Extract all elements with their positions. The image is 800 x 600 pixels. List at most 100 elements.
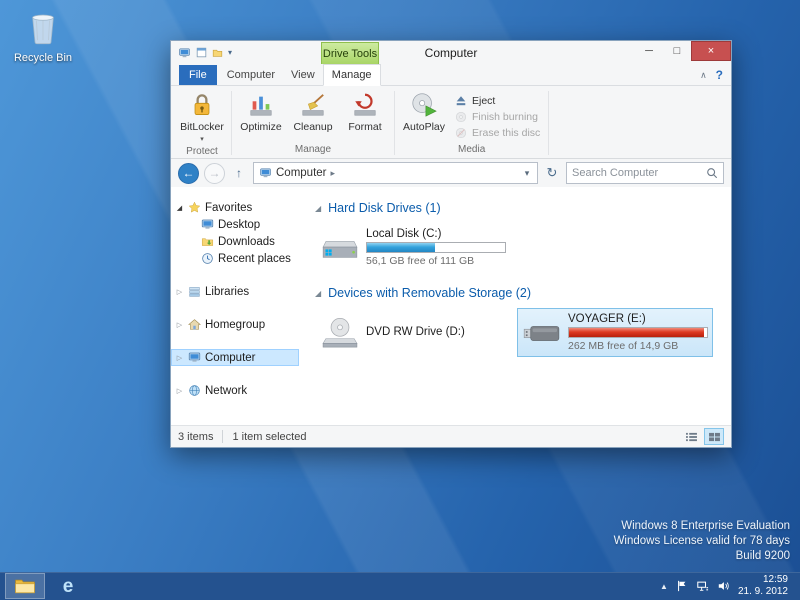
capacity-bar bbox=[366, 242, 506, 253]
sidebar-item-computer[interactable]: ▷ Computer bbox=[171, 349, 299, 366]
desktop-icon bbox=[201, 218, 214, 231]
ribbon-controls: ∧ ? bbox=[700, 68, 723, 82]
drive-tile-local-disk-c[interactable]: Local Disk (C:) 56,1 GB free of 111 GB bbox=[315, 223, 511, 272]
refresh-button[interactable]: ↻ bbox=[543, 165, 561, 181]
selection-count: 1 item selected bbox=[232, 431, 306, 443]
watermark-line: Build 9200 bbox=[614, 549, 790, 564]
recycle-bin[interactable]: Recycle Bin bbox=[10, 8, 76, 64]
maximize-button[interactable]: □ bbox=[663, 41, 691, 61]
drive-tile-voyager-e[interactable]: VOYAGER (E:) 262 MB free of 14,9 GB bbox=[517, 308, 713, 357]
sidebar-item-label: Desktop bbox=[218, 219, 260, 231]
recent-places-icon bbox=[201, 252, 214, 265]
search-input[interactable] bbox=[572, 167, 706, 179]
button-label: Erase this disc bbox=[472, 127, 540, 139]
bitlocker-button[interactable]: BitLocker ▾ bbox=[176, 88, 228, 145]
breadcrumb[interactable]: Computer bbox=[276, 167, 327, 179]
minimize-ribbon-icon[interactable]: ∧ bbox=[700, 70, 707, 81]
capacity-bar-fill bbox=[569, 328, 704, 337]
show-hidden-icons-icon[interactable]: ▲ bbox=[660, 582, 668, 591]
items-count: 3 items bbox=[178, 431, 213, 443]
search-icon[interactable] bbox=[706, 167, 718, 179]
button-label: AutoPlay bbox=[403, 122, 445, 133]
explorer-window: ▾ Computer Drive Tools ─ □ × File Comput… bbox=[170, 40, 732, 448]
sidebar-item-desktop[interactable]: Desktop bbox=[171, 216, 299, 233]
sidebar-item-libraries[interactable]: ▷ Libraries bbox=[171, 283, 299, 300]
collapse-icon[interactable]: ◢ bbox=[315, 204, 321, 213]
contextual-tab-header[interactable]: Drive Tools bbox=[321, 42, 379, 64]
media-command-list: Eject Finish burning bbox=[450, 88, 545, 141]
free-space-text: 56,1 GB free of 111 GB bbox=[366, 255, 505, 267]
cleanup-button[interactable]: Cleanup bbox=[287, 88, 339, 133]
ribbon-tab-row: File Computer View Manage ∧ ? bbox=[171, 64, 731, 86]
drive-tile-dvd-d[interactable]: DVD RW Drive (D:) bbox=[315, 308, 511, 357]
status-separator bbox=[222, 430, 223, 443]
sidebar-item-label: Computer bbox=[205, 352, 256, 364]
breadcrumb-arrow-icon[interactable]: ▸ bbox=[331, 168, 336, 179]
navigation-pane: ◢ Favorites Desktop bbox=[171, 187, 299, 425]
tab-file[interactable]: File bbox=[179, 65, 217, 85]
tile-row: Local Disk (C:) 56,1 GB free of 111 GB bbox=[315, 223, 727, 272]
drive-name: DVD RW Drive (D:) bbox=[366, 326, 505, 338]
optimize-button[interactable]: Optimize bbox=[235, 88, 287, 133]
sidebar-item-recent-places[interactable]: Recent places bbox=[171, 250, 299, 267]
volume-icon[interactable] bbox=[717, 580, 730, 592]
group-separator bbox=[548, 91, 549, 155]
clock-date: 21. 9. 2012 bbox=[738, 586, 788, 598]
address-bar[interactable]: Computer ▸ ▾ bbox=[253, 162, 538, 184]
eject-button[interactable]: Eject bbox=[450, 93, 545, 109]
tab-view[interactable]: View bbox=[283, 65, 323, 85]
autoplay-button[interactable]: AutoPlay bbox=[398, 88, 450, 133]
address-dropdown-icon[interactable]: ▾ bbox=[520, 168, 534, 179]
back-button[interactable]: ← bbox=[178, 163, 199, 184]
button-label: BitLocker bbox=[180, 122, 224, 133]
expand-icon[interactable]: ▷ bbox=[175, 288, 184, 296]
recycle-bin-label: Recycle Bin bbox=[10, 52, 76, 64]
details-view-icon bbox=[685, 432, 698, 442]
sidebar-item-homegroup[interactable]: ▷ Homegroup bbox=[171, 316, 299, 333]
properties-icon[interactable] bbox=[196, 47, 207, 58]
help-icon[interactable]: ? bbox=[716, 68, 723, 82]
collapse-icon[interactable]: ◢ bbox=[315, 289, 321, 298]
sidebar-item-network[interactable]: ▷ Network bbox=[171, 382, 299, 399]
collapse-icon[interactable]: ◢ bbox=[175, 204, 184, 212]
large-icons-view-button[interactable] bbox=[704, 428, 724, 445]
libraries-icon bbox=[188, 285, 201, 298]
expand-icon[interactable]: ▷ bbox=[175, 354, 184, 362]
format-icon bbox=[352, 91, 378, 119]
expand-icon[interactable]: ▷ bbox=[175, 321, 184, 329]
action-center-flag-icon[interactable] bbox=[676, 580, 688, 592]
watermark-line: Windows 8 Enterprise Evaluation bbox=[614, 519, 790, 534]
erase-disc-button[interactable]: Erase this disc bbox=[450, 125, 545, 141]
format-button[interactable]: Format bbox=[339, 88, 391, 133]
system-menu-icon[interactable] bbox=[178, 47, 191, 59]
autoplay-icon bbox=[410, 91, 438, 119]
taskbar: e ▲ 12:59 21. 9. 2012 bbox=[0, 572, 800, 600]
button-label: Optimize bbox=[240, 122, 281, 133]
network-icon[interactable] bbox=[696, 580, 709, 592]
forward-button[interactable]: → bbox=[204, 163, 225, 184]
button-label: Finish burning bbox=[472, 111, 538, 123]
taskbar-clock[interactable]: 12:59 21. 9. 2012 bbox=[738, 574, 788, 598]
up-button[interactable]: ↑ bbox=[230, 166, 248, 180]
details-view-button[interactable] bbox=[681, 428, 701, 445]
button-label: Cleanup bbox=[293, 122, 332, 133]
close-button[interactable]: × bbox=[691, 41, 731, 61]
watermark-line: Windows License valid for 78 days bbox=[614, 534, 790, 549]
group-header[interactable]: ◢ Hard Disk Drives (1) bbox=[315, 201, 727, 215]
expand-icon[interactable]: ▷ bbox=[175, 387, 184, 395]
dropdown-icon: ▾ bbox=[200, 134, 204, 145]
tab-computer[interactable]: Computer bbox=[219, 65, 283, 85]
qat-customize-icon[interactable]: ▾ bbox=[228, 48, 232, 57]
group-label-manage: Manage bbox=[235, 143, 391, 158]
taskbar-file-explorer-button[interactable] bbox=[5, 573, 45, 599]
sidebar-item-favorites[interactable]: ◢ Favorites bbox=[171, 199, 299, 216]
status-bar: 3 items 1 item selected bbox=[171, 425, 731, 447]
title-bar[interactable]: ▾ Computer Drive Tools ─ □ × bbox=[171, 41, 731, 64]
group-header[interactable]: ◢ Devices with Removable Storage (2) bbox=[315, 286, 727, 300]
tab-manage[interactable]: Manage bbox=[323, 64, 381, 86]
taskbar-internet-explorer-button[interactable]: e bbox=[48, 573, 88, 599]
sidebar-item-downloads[interactable]: Downloads bbox=[171, 233, 299, 250]
new-folder-icon[interactable] bbox=[212, 47, 223, 58]
minimize-button[interactable]: ─ bbox=[635, 41, 663, 61]
finish-burning-button[interactable]: Finish burning bbox=[450, 109, 545, 125]
